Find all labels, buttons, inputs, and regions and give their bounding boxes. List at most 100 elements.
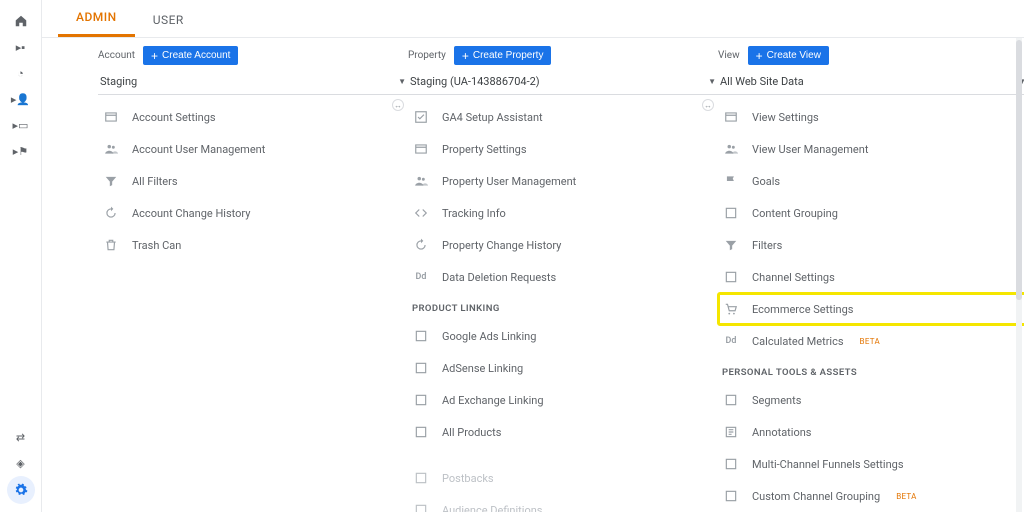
section-header: PRODUCT LINKING [408, 293, 718, 320]
view-column: ↔View +Create ViewAll Web Site Data▼View… [718, 46, 1024, 512]
menu-item-label: Property User Management [442, 175, 576, 188]
menu-item[interactable]: Content Grouping [718, 197, 1024, 229]
menu-item[interactable]: Google Ads Linking [408, 320, 718, 352]
menu-item[interactable]: Annotations [718, 416, 1024, 448]
menu-item[interactable]: Custom Channel GroupingBETA [718, 480, 1024, 512]
property-selector[interactable]: Staging (UA-143886704-2)▼ [408, 71, 718, 95]
settings-card-icon [412, 140, 430, 158]
clock-icon[interactable]: ◔ [0, 60, 42, 86]
menu-item[interactable]: Tracking Info [408, 197, 718, 229]
left-rail: ▸▪ ◔ ▸👤 ▸▭ ▸⚑ ⇄ ◈ [0, 0, 42, 512]
menu-item-label: Ad Exchange Linking [442, 394, 544, 407]
cart-icon [722, 300, 740, 318]
menu-item[interactable]: Filters [718, 229, 1024, 261]
connector-icon: ↔ [702, 99, 714, 111]
menu-item[interactable]: View Settings [718, 101, 1024, 133]
menu-item-label: All Filters [132, 175, 178, 188]
filter-icon [102, 172, 120, 190]
menu-item[interactable]: Segments [718, 384, 1024, 416]
menu-item[interactable]: Property User Management [408, 165, 718, 197]
channel-icon [722, 487, 740, 505]
create-view-button[interactable]: +Create View [748, 46, 829, 65]
menu-item[interactable]: Property Settings [408, 133, 718, 165]
code-icon [412, 204, 430, 222]
menu-item-label: Channel Settings [752, 271, 835, 284]
people-icon [722, 140, 740, 158]
attribution-icon[interactable]: ⇄ [0, 424, 42, 450]
menu-item[interactable]: Account Settings [98, 101, 408, 133]
scrollbar[interactable] [1016, 38, 1022, 512]
menu-item[interactable]: Ecommerce Settings [718, 293, 1024, 325]
menu-item-label: Account User Management [132, 143, 265, 156]
account-header: Account [98, 50, 135, 61]
menu-item[interactable]: Property Change History [408, 229, 718, 261]
property-column: ↔Property +Create PropertyStaging (UA-14… [408, 46, 718, 512]
menu-item[interactable]: All Filters [98, 165, 408, 197]
menu-item-label: Account Settings [132, 111, 216, 124]
postback-icon [412, 469, 430, 487]
view-header: View [718, 50, 740, 61]
menu-item-label: View Settings [752, 111, 819, 124]
menu-item-label: Content Grouping [752, 207, 838, 220]
tab-admin[interactable]: ADMIN [58, 10, 135, 37]
menu-item-label: Calculated Metrics [752, 335, 844, 348]
people-icon [102, 140, 120, 158]
acquisition-icon[interactable]: ▸▭ [0, 112, 42, 138]
menu-item[interactable]: All Products [408, 416, 718, 448]
funnel-icon [722, 455, 740, 473]
filter-icon [722, 236, 740, 254]
flag-icon[interactable]: ▸⚑ [0, 138, 42, 164]
menu-item-label: Annotations [752, 426, 811, 439]
discover-icon[interactable]: ◈ [0, 450, 42, 476]
history-icon [412, 236, 430, 254]
menu-item-label: Google Ads Linking [442, 330, 536, 343]
menu-item-label: Goals [752, 175, 780, 188]
menu-item[interactable]: AdSense Linking [408, 352, 718, 384]
menu-item[interactable]: Channel Settings [718, 261, 1024, 293]
account-column: Account +Create Account Staging▼ Account S… [98, 46, 408, 512]
group-icon [722, 204, 740, 222]
tab-user[interactable]: USER [135, 13, 202, 37]
allprod-icon [412, 423, 430, 441]
settings-card-icon [102, 108, 120, 126]
menu-item[interactable]: DdCalculated MetricsBETA [718, 325, 1024, 357]
people-icon [412, 172, 430, 190]
view-selector[interactable]: All Web Site Data▼ [718, 71, 1024, 95]
menu-item-label: View User Management [752, 143, 868, 156]
menu-item[interactable]: Account User Management [98, 133, 408, 165]
menu-item[interactable]: Audience Definitions [408, 494, 718, 512]
menu-item[interactable]: View User Management [718, 133, 1024, 165]
dd-icon: Dd [722, 332, 740, 350]
dashboard-icon[interactable]: ▸▪ [0, 34, 42, 60]
menu-item[interactable]: Account Change History [98, 197, 408, 229]
create-account-button[interactable]: +Create Account [143, 46, 238, 65]
segments-icon [722, 391, 740, 409]
menu-item[interactable]: Postbacks [408, 462, 718, 494]
menu-item[interactable]: Goals [718, 165, 1024, 197]
menu-item[interactable]: Trash Can [98, 229, 408, 261]
menu-item[interactable]: Ad Exchange Linking [408, 384, 718, 416]
menu-item[interactable]: Multi-Channel Funnels Settings [718, 448, 1024, 480]
admin-gear-icon[interactable] [7, 476, 35, 504]
adx-icon [412, 391, 430, 409]
note-icon [722, 423, 740, 441]
menu-item-label: Data Deletion Requests [442, 271, 556, 284]
create-property-button[interactable]: +Create Property [454, 46, 552, 65]
menu-item-label: GA4 Setup Assistant [442, 111, 543, 124]
menu-item-label: All Products [442, 426, 501, 439]
user-icon[interactable]: ▸👤 [0, 86, 42, 112]
account-selector[interactable]: Staging▼ [98, 71, 408, 95]
check-icon [412, 108, 430, 126]
connector-icon: ↔ [392, 99, 404, 111]
menu-item[interactable]: Dd Data Deletion Requests [408, 261, 718, 293]
menu-item[interactable]: GA4 Setup Assistant [408, 101, 718, 133]
trash-icon [102, 236, 120, 254]
menu-item-label: AdSense Linking [442, 362, 523, 375]
dd-icon: Dd [412, 268, 430, 286]
menu-item-label: Property Change History [442, 239, 561, 252]
channel-icon [722, 268, 740, 286]
menu-item-label: Postbacks [442, 472, 494, 485]
flag-icon [722, 172, 740, 190]
admin-tabs: ADMIN USER [42, 0, 1024, 38]
menu-item-label: Property Settings [442, 143, 527, 156]
